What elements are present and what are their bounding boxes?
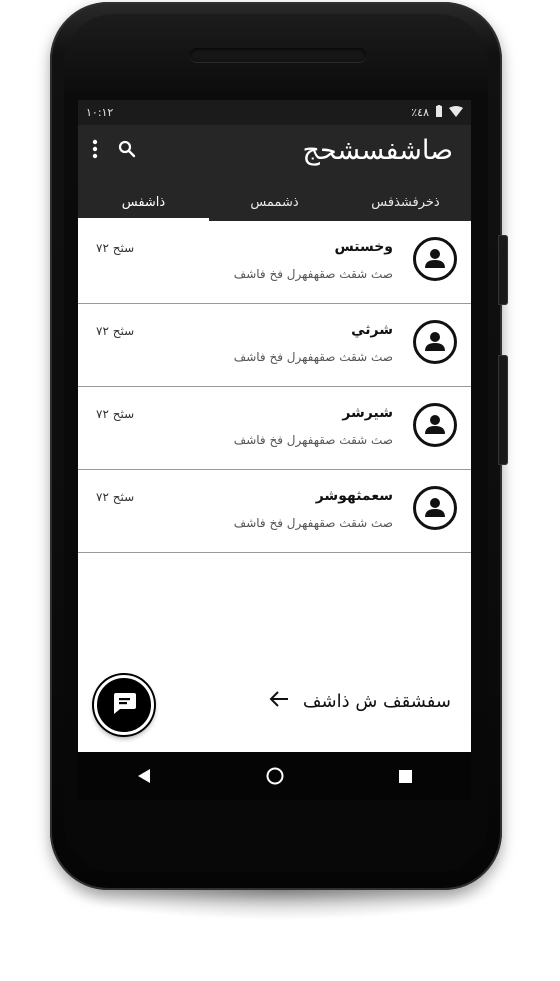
message-preview: صث شقث صقهفهرل فخ فاشف bbox=[233, 433, 393, 447]
avatar-icon bbox=[413, 486, 457, 530]
status-time: ١٠:١٢ bbox=[86, 106, 114, 119]
message-time: سثح ٧٢ bbox=[96, 407, 135, 421]
conversation-list: وخستس صث شقث صقهفهرل فخ فاشف سثح ٧٢ شرثي… bbox=[78, 221, 471, 553]
tab-bar: ذخرفشذفس ذشممس ذاشفس bbox=[78, 185, 471, 221]
message-time: سثح ٧٢ bbox=[96, 324, 135, 338]
search-icon[interactable] bbox=[118, 140, 136, 162]
message-preview: صث شقث صقهفهرل فخ فاشف bbox=[233, 516, 393, 530]
bottom-label: سفشقف ش ذاشف bbox=[302, 691, 451, 712]
contact-name: شرثي bbox=[351, 322, 393, 338]
more-vert-icon[interactable] bbox=[92, 139, 98, 163]
new-message-fab[interactable] bbox=[94, 675, 154, 735]
app-title: صاشفسشحج bbox=[302, 135, 453, 166]
volume-button bbox=[498, 235, 508, 305]
avatar-icon bbox=[413, 403, 457, 447]
contact-name: شيرشر bbox=[342, 405, 393, 421]
power-button bbox=[498, 355, 508, 465]
home-icon[interactable] bbox=[260, 761, 290, 791]
list-item[interactable]: وخستس صث شقث صقهفهرل فخ فاشف سثح ٧٢ bbox=[78, 221, 471, 304]
recents-icon[interactable] bbox=[391, 761, 421, 791]
system-nav-bar bbox=[78, 752, 471, 800]
message-icon bbox=[110, 691, 138, 719]
status-bar: ١٠:١٢ ٪٤٨ bbox=[78, 100, 471, 125]
app-bar-actions bbox=[92, 139, 136, 163]
bottom-action-bar: سفشقف ش ذاشف bbox=[78, 675, 471, 735]
tab-2[interactable]: ذشممس bbox=[209, 185, 340, 221]
earpiece-speaker bbox=[190, 48, 366, 62]
tab-3-active[interactable]: ذاشفس bbox=[78, 185, 209, 221]
back-icon[interactable] bbox=[129, 761, 159, 791]
avatar-icon bbox=[413, 237, 457, 281]
wifi-icon bbox=[449, 105, 463, 120]
list-item[interactable]: شيرشر صث شقث صقهفهرل فخ فاشف سثح ٧٢ bbox=[78, 387, 471, 470]
contact-name: سعمثهوشر bbox=[315, 488, 393, 504]
screen: ١٠:١٢ ٪٤٨ صاشفسشحج ذخرفشذفس ذشممس ذاشفس bbox=[78, 100, 471, 752]
bottom-link[interactable]: سفشقف ش ذاشف bbox=[269, 691, 451, 712]
list-item[interactable]: سعمثهوشر صث شقث صقهفهرل فخ فاشف سثح ٧٢ bbox=[78, 470, 471, 553]
avatar-icon bbox=[413, 320, 457, 364]
battery-level: ٪٤٨ bbox=[411, 106, 429, 119]
list-item[interactable]: شرثي صث شقث صقهفهرل فخ فاشف سثح ٧٢ bbox=[78, 304, 471, 387]
status-icons: ٪٤٨ bbox=[411, 105, 463, 120]
message-time: سثح ٧٢ bbox=[96, 241, 135, 255]
contact-name: وخستس bbox=[334, 239, 393, 255]
message-time: سثح ٧٢ bbox=[96, 490, 135, 504]
message-preview: صث شقث صقهفهرل فخ فاشف bbox=[233, 350, 393, 364]
battery-icon bbox=[435, 105, 443, 120]
app-bar: صاشفسشحج ذخرفشذفس ذشممس ذاشفس bbox=[78, 125, 471, 221]
arrow-left-icon bbox=[269, 691, 289, 712]
tab-1[interactable]: ذخرفشذفس bbox=[340, 185, 471, 221]
message-preview: صث شقث صقهفهرل فخ فاشف bbox=[233, 267, 393, 281]
